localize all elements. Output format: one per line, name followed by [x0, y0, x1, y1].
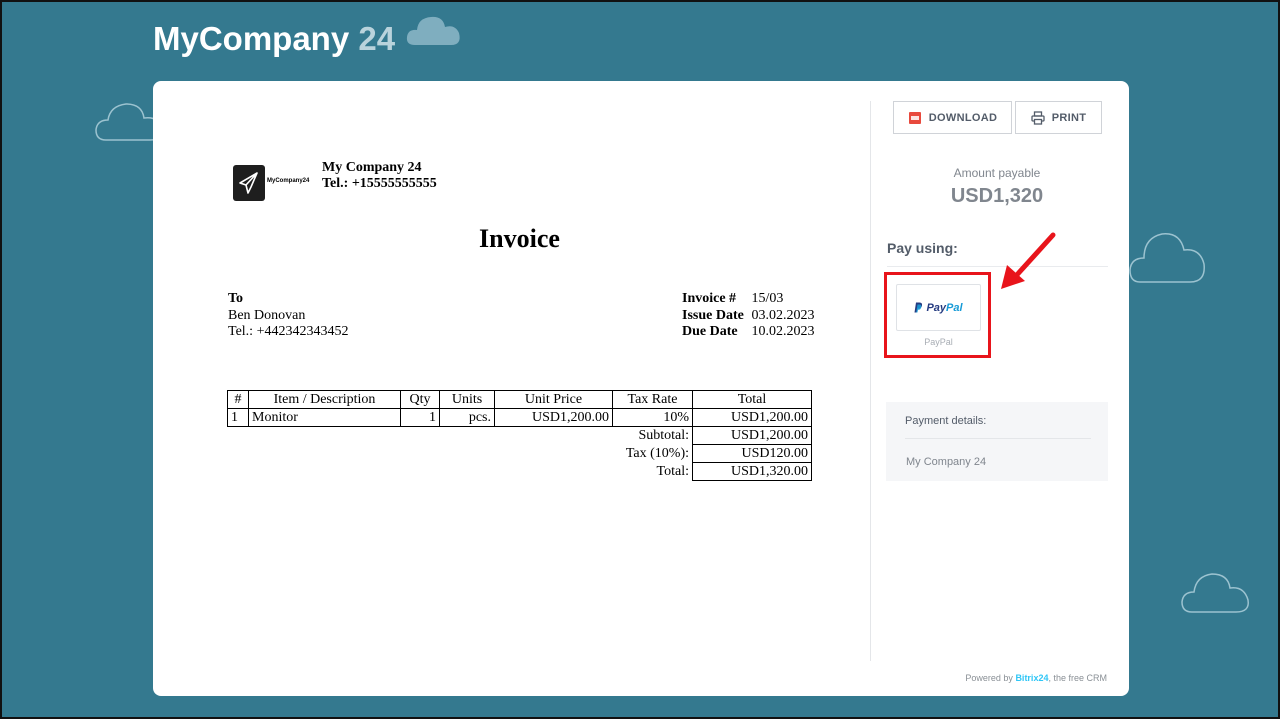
print-button[interactable]: PRINT	[1015, 101, 1102, 134]
table-row: 1 Monitor 1 pcs. USD1,200.00 10% USD1,20…	[227, 408, 812, 427]
logo-text: MyCompany24	[267, 178, 310, 184]
brand-title: MyCompany 24	[153, 20, 395, 58]
cloud-icon	[1181, 573, 1249, 613]
powered-prefix: Powered by	[965, 673, 1013, 683]
pdf-icon	[908, 111, 921, 124]
client-phone: Tel.: +442342343452	[228, 324, 349, 339]
tax-value: USD120.00	[692, 444, 812, 463]
cell-unit-price: USD1,200.00	[494, 408, 613, 427]
client-name: Ben Donovan	[228, 307, 306, 323]
column-header: Qty	[400, 390, 440, 409]
company-info: My Company 24 Tel.: +15555555555	[322, 160, 437, 192]
invoice-number-row: Invoice # 15/03	[682, 291, 815, 308]
subtotal-label: Subtotal:	[638, 428, 689, 444]
tax-row: Tax (10%): USD120.00	[228, 444, 812, 463]
bill-to: To Ben Donovan Tel.: +442342343452	[228, 291, 348, 341]
cell-num: 1	[227, 408, 249, 427]
subtotal-value: USD1,200.00	[692, 426, 812, 445]
meta-label: Invoice #	[682, 291, 737, 306]
company-name: My Company 24	[322, 160, 422, 175]
pay-using-label: Pay using:	[887, 240, 958, 256]
cloud-icon	[406, 16, 460, 45]
cell-tax-rate: 10%	[612, 408, 693, 427]
invoice-title: Invoice	[479, 224, 560, 253]
total-row: Total: USD1,320.00	[228, 462, 812, 481]
to-label: To	[228, 291, 244, 306]
download-button[interactable]: DOWNLOAD	[893, 101, 1012, 134]
invoice-card: MyCompany24 My Company 24 Tel.: +1555555…	[153, 81, 1129, 696]
column-header: Total	[692, 390, 812, 409]
paypal-caption: PayPal	[924, 337, 953, 347]
bitrix-link[interactable]: Bitrix24	[1015, 673, 1048, 683]
table-header: # Item / Description Qty Units Unit Pric…	[227, 390, 812, 409]
company-logo	[233, 165, 265, 201]
paper-plane-icon	[239, 172, 258, 194]
issue-date-row: Issue Date 03.02.2023	[682, 308, 815, 325]
subtotal-row: Subtotal: USD1,200.00	[228, 426, 812, 445]
divider	[905, 438, 1091, 439]
red-arrow-icon	[1001, 232, 1056, 289]
brand-main: MyCompany	[153, 20, 350, 57]
powered-suffix: , the free CRM	[1048, 673, 1107, 683]
total-label: Total:	[656, 464, 689, 479]
paypal-button[interactable]: PayPal	[896, 284, 981, 331]
column-header: #	[227, 390, 249, 409]
brand-number: 24	[358, 20, 396, 57]
tax-label: Tax (10%):	[625, 446, 689, 461]
download-label: DOWNLOAD	[928, 111, 998, 124]
meta-value: 03.02.2023	[751, 307, 815, 323]
items-table: # Item / Description Qty Units Unit Pric…	[227, 390, 812, 481]
column-header: Units	[439, 390, 495, 409]
column-header: Item / Description	[248, 390, 401, 409]
column-header: Tax Rate	[612, 390, 693, 409]
cell-qty: 1	[400, 408, 440, 427]
amount-value: USD1,320	[950, 185, 1044, 207]
paypal-icon	[914, 302, 923, 313]
company-phone: Tel.: +15555555555	[322, 176, 437, 191]
cell-item: Monitor	[248, 408, 401, 427]
paypal-logo: PayPal	[926, 301, 963, 314]
payment-details-value: My Company 24	[906, 456, 987, 468]
invoice-document: MyCompany24 My Company 24 Tel.: +1555555…	[153, 81, 870, 696]
meta-label: Due Date	[682, 324, 738, 339]
cell-units: pcs.	[439, 408, 495, 427]
print-label: PRINT	[1051, 111, 1087, 124]
total-value: USD1,320.00	[692, 462, 812, 481]
invoice-meta: Invoice # 15/03 Issue Date 03.02.2023 Du…	[682, 291, 815, 341]
cloud-icon	[1129, 233, 1205, 283]
divider	[870, 101, 871, 661]
column-header: Unit Price	[494, 390, 613, 409]
amount-label: Amount payable	[953, 166, 1041, 180]
meta-value: 10.02.2023	[751, 324, 815, 339]
powered-by: Powered by Bitrix24, the free CRM	[965, 673, 1107, 683]
printer-icon	[1031, 110, 1045, 125]
payment-details-label: Payment details:	[905, 415, 987, 427]
meta-value: 15/03	[751, 291, 784, 306]
cell-total: USD1,200.00	[692, 408, 812, 427]
payment-details-panel: Payment details: My Company 24	[886, 402, 1108, 481]
meta-label: Issue Date	[682, 307, 744, 323]
due-date-row: Due Date 10.02.2023	[682, 324, 815, 341]
